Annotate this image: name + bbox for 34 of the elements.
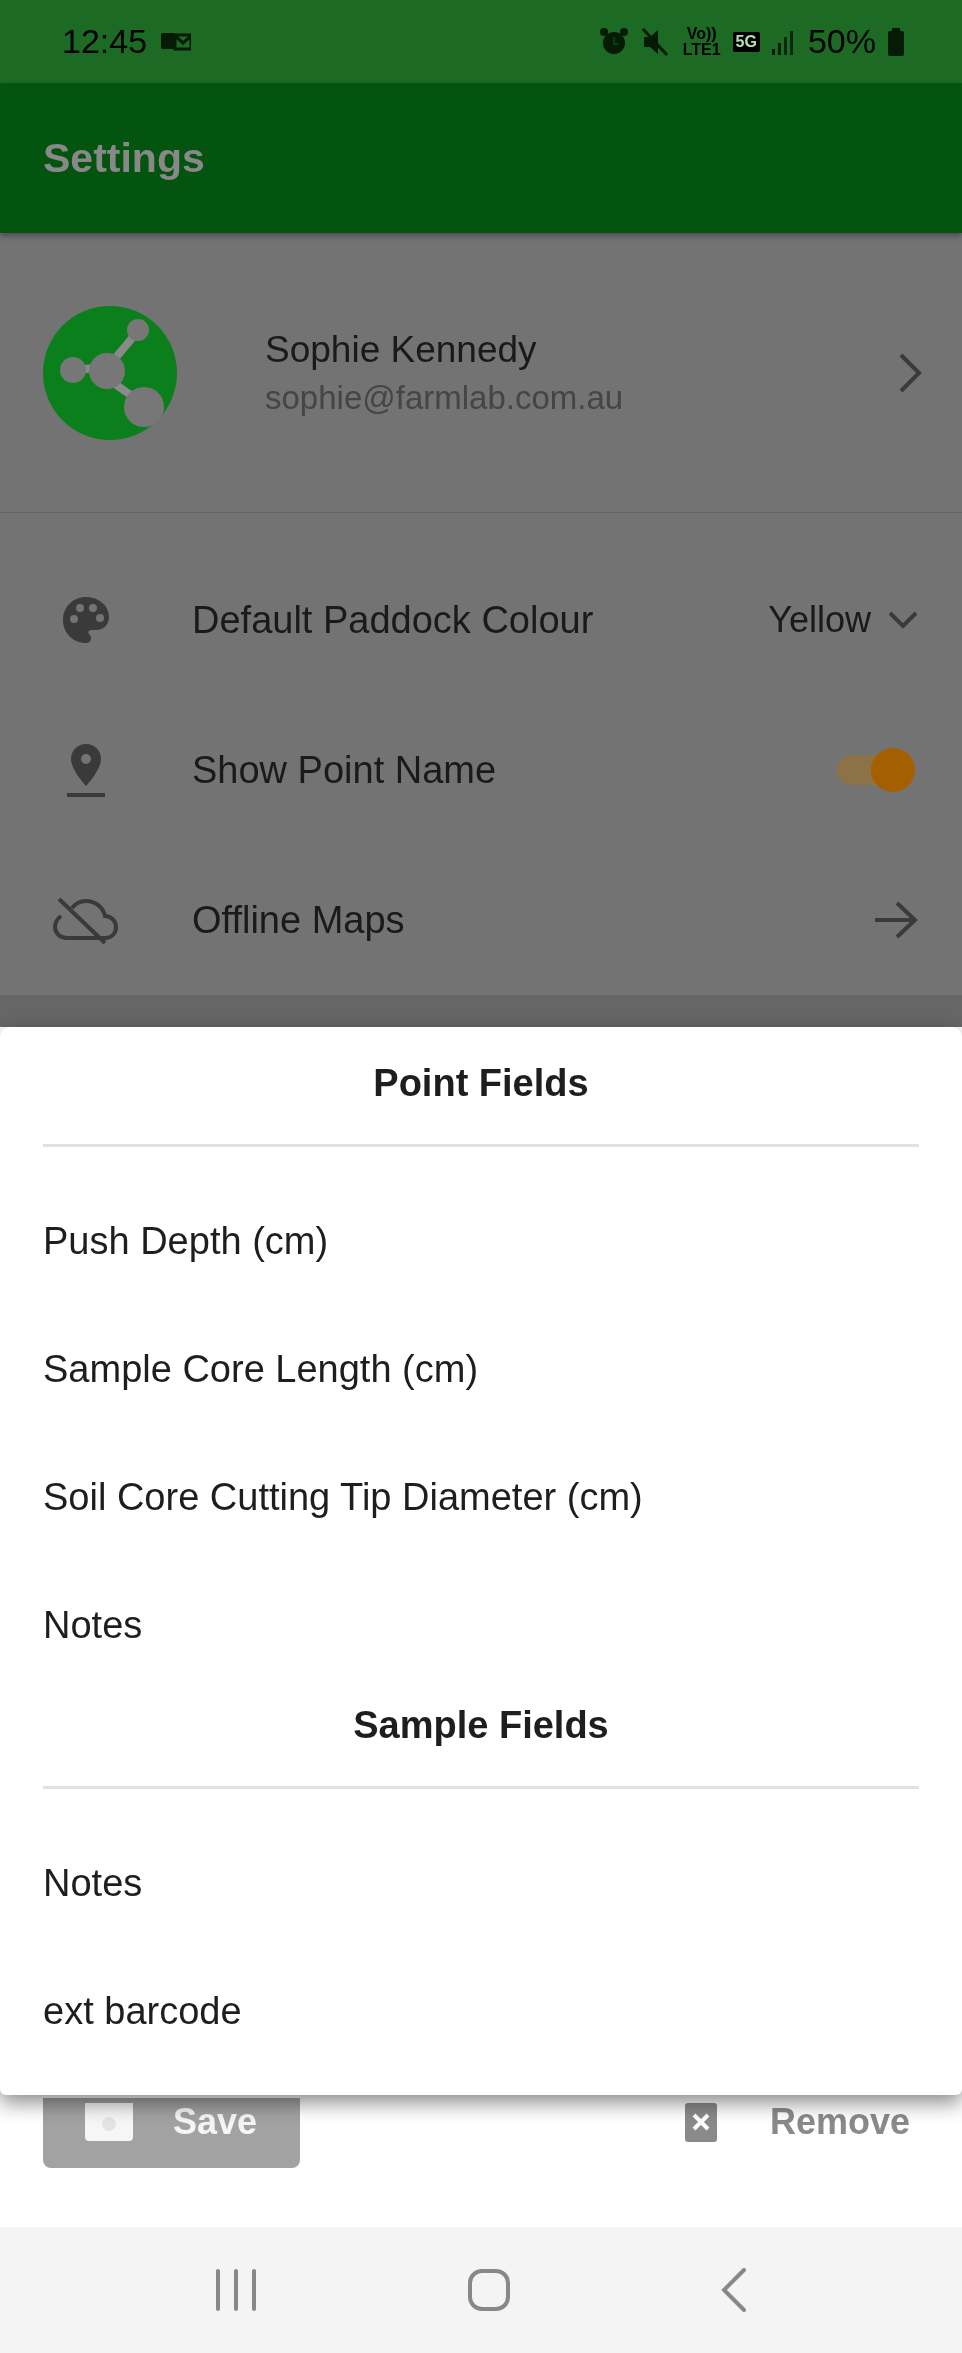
cloud-off-icon — [53, 896, 119, 944]
toggle-switch[interactable] — [835, 746, 915, 794]
field-option[interactable]: Soil Core Cutting Tip Diameter (cm) — [43, 1475, 643, 1519]
network-label: 5G — [732, 31, 760, 52]
palette-icon — [61, 595, 111, 645]
recent-apps-icon[interactable] — [215, 2269, 258, 2311]
home-icon[interactable] — [468, 2269, 510, 2311]
chevron-right-icon[interactable] — [898, 351, 922, 394]
arrow-right-icon[interactable] — [873, 900, 919, 940]
dropdown-value[interactable]: Yellow — [768, 599, 871, 641]
mail-icon — [161, 30, 192, 53]
chevron-down-icon[interactable] — [887, 610, 919, 630]
alarm-icon — [598, 26, 629, 57]
battery-icon — [888, 27, 904, 56]
back-icon[interactable] — [720, 2268, 747, 2312]
mute-icon — [640, 26, 671, 57]
location-pin-icon — [67, 742, 105, 798]
screen-title: Settings — [43, 134, 205, 182]
field-option[interactable]: Sample Core Length (cm) — [43, 1347, 479, 1391]
field-option[interactable]: Notes — [43, 1861, 143, 1905]
section-heading: Point Fields — [372, 1061, 590, 1106]
user-name: Sophie Kennedy — [265, 328, 538, 371]
setting-label: Show Point Name — [192, 748, 498, 792]
field-option[interactable]: ext barcode — [43, 1989, 242, 2033]
battery-percent: 50% — [807, 22, 876, 61]
setting-label: Default Paddock Colour — [192, 598, 595, 642]
signal-icon — [771, 28, 796, 55]
status-time: 12:45 — [62, 22, 148, 61]
field-option[interactable]: Notes — [43, 1603, 143, 1647]
setting-label: Offline Maps — [192, 898, 406, 942]
delete-icon — [683, 2102, 718, 2142]
volte-label: Vo)) LTE1 — [682, 25, 721, 58]
field-option[interactable]: Push Depth (cm) — [43, 1219, 329, 1263]
section-heading: Sample Fields — [352, 1703, 610, 1748]
